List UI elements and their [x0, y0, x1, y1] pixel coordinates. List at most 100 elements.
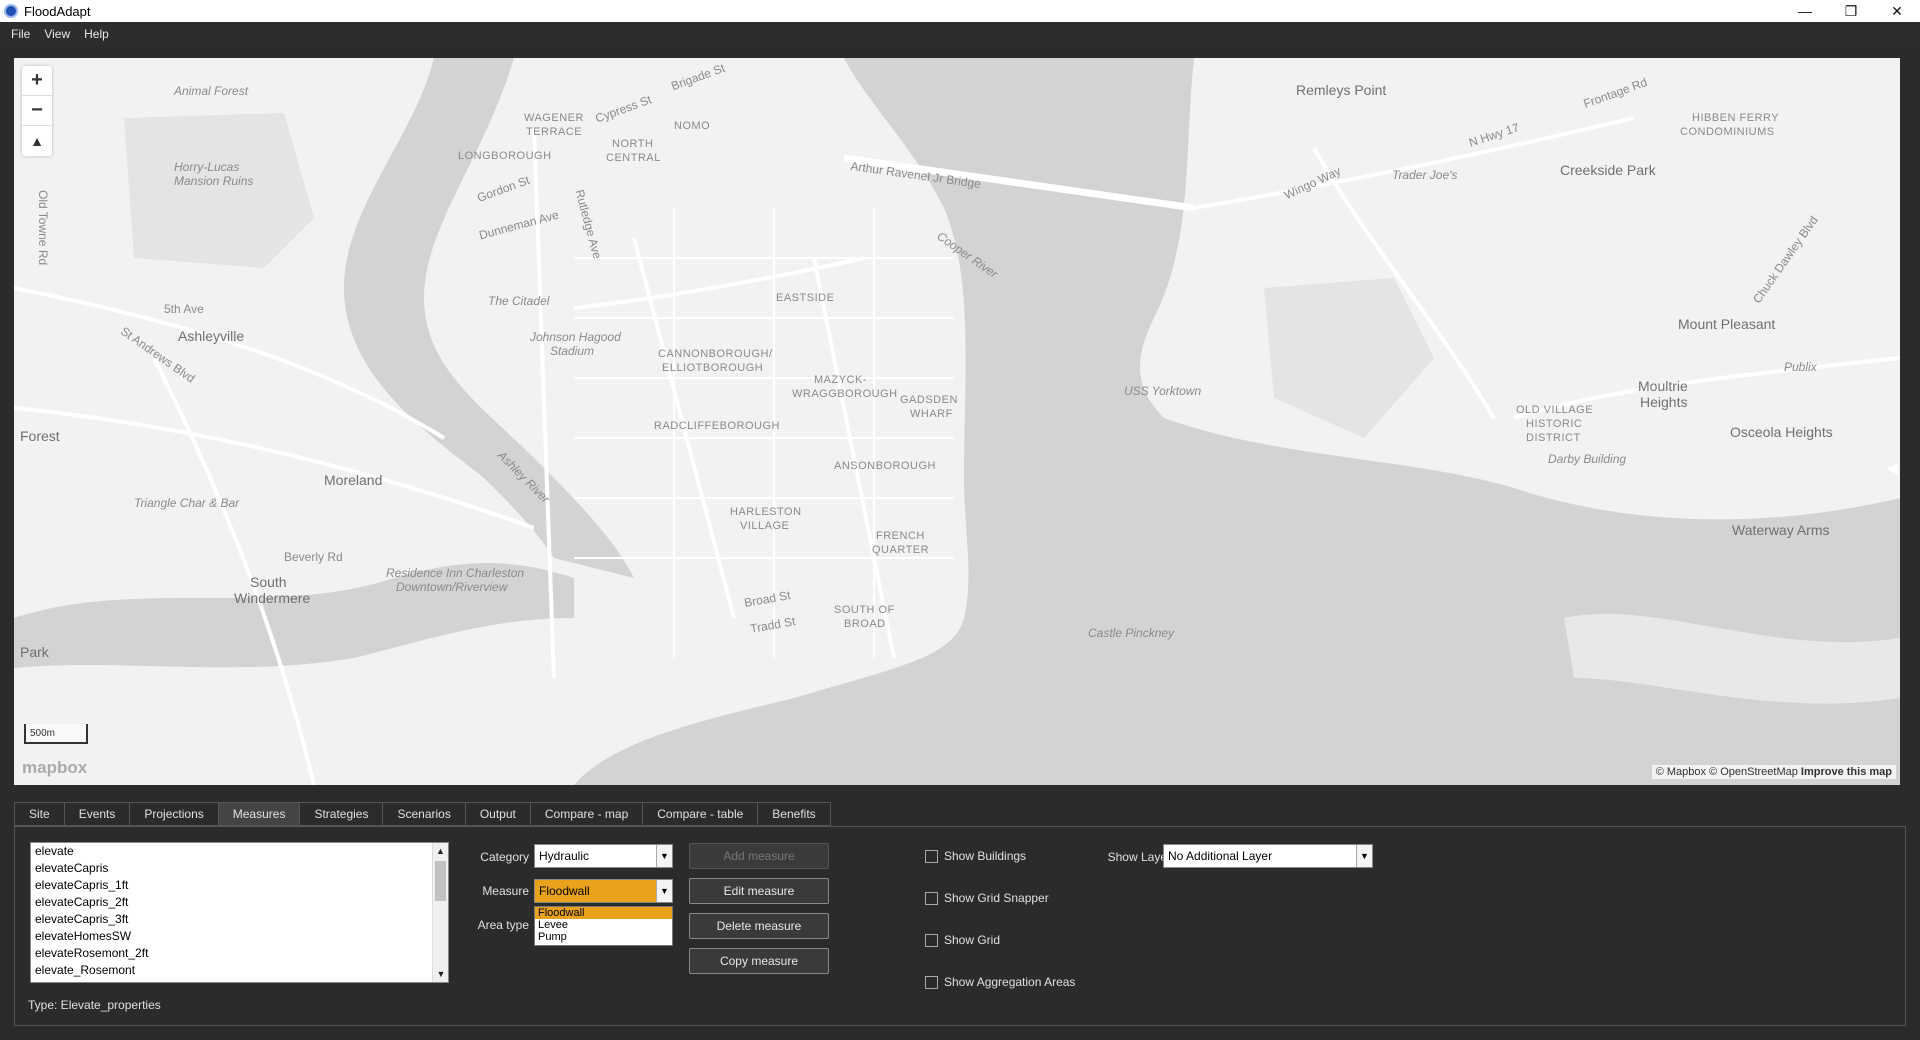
- map-label: Waterway Arms: [1732, 522, 1830, 538]
- measure-select[interactable]: Floodwall ▼: [534, 879, 673, 903]
- dropdown-option-pump[interactable]: Pump: [535, 931, 672, 943]
- list-scrollbar[interactable]: ▲ ▼: [432, 843, 448, 982]
- map-label: HIBBEN FERRY: [1692, 112, 1780, 124]
- zoom-out-button[interactable]: −: [22, 96, 52, 126]
- map-label: Mansion Ruins: [174, 174, 254, 188]
- list-item[interactable]: elevateHomesSW: [31, 928, 448, 945]
- collapse-arrow-icon[interactable]: ◀: [1886, 458, 1900, 482]
- tab-scenarios[interactable]: Scenarios: [382, 802, 465, 826]
- map-label: Johnson Hagood: [530, 330, 621, 344]
- menu-file[interactable]: File: [4, 27, 37, 41]
- tab-measures[interactable]: Measures: [217, 802, 300, 826]
- dropdown-option-levee[interactable]: Levee: [535, 919, 672, 931]
- show-buildings-checkbox[interactable]: Show Buildings: [925, 849, 1026, 863]
- checkbox-box[interactable]: [925, 891, 938, 905]
- chevron-down-icon: ▼: [656, 880, 672, 902]
- maximize-button[interactable]: ❐: [1828, 0, 1874, 22]
- show-grid-checkbox[interactable]: Show Grid: [925, 933, 1000, 947]
- copy-measure-button[interactable]: Copy measure: [689, 948, 829, 974]
- add-measure-button[interactable]: Add measure: [689, 843, 829, 869]
- list-item[interactable]: elevate: [31, 843, 448, 860]
- map-label: TERRACE: [526, 126, 583, 138]
- compass-icon[interactable]: ▲: [22, 126, 52, 156]
- checkbox-label: Show Grid Snapper: [944, 891, 1049, 905]
- category-value: Hydraulic: [539, 849, 590, 863]
- attribution-text[interactable]: © Mapbox © OpenStreetMap: [1656, 766, 1798, 778]
- app-icon: [4, 4, 18, 18]
- tab-benefits[interactable]: Benefits: [757, 802, 831, 826]
- map-label: WAGENER: [524, 112, 584, 124]
- show-aggregation-areas-checkbox[interactable]: Show Aggregation Areas: [925, 975, 1075, 989]
- tab-events[interactable]: Events: [63, 802, 130, 826]
- map-label: Ashleyville: [178, 328, 245, 344]
- list-item[interactable]: elevateCapris_1ft: [31, 877, 448, 894]
- dropdown-option-floodwall[interactable]: Floodwall: [535, 907, 672, 919]
- list-item[interactable]: elevateCapris: [31, 860, 448, 877]
- list-item[interactable]: elevateCapris_3ft: [31, 911, 448, 928]
- checkbox-box[interactable]: [925, 849, 938, 863]
- map-label: Forest: [20, 428, 60, 444]
- map-label: Beverly Rd: [284, 550, 343, 564]
- map-label: MAZYCK-: [814, 374, 867, 386]
- list-item[interactable]: elevateRosemont_2ft: [31, 945, 448, 962]
- map-label: Animal Forest: [174, 84, 249, 98]
- show-layer-label: Show Layer: [1107, 850, 1171, 864]
- checkbox-box[interactable]: [925, 933, 938, 947]
- menu-help[interactable]: Help: [77, 27, 116, 41]
- list-item[interactable]: elevate_Rosemont: [31, 962, 448, 979]
- checkbox-label: Show Grid: [944, 933, 1001, 947]
- measure-list[interactable]: elevate elevateCapris elevateCapris_1ft …: [30, 842, 449, 983]
- show-layer-value: No Additional Layer: [1168, 849, 1273, 863]
- improve-map-link[interactable]: Improve this map: [1801, 766, 1892, 778]
- zoom-control: + − ▲: [22, 66, 52, 156]
- tab-site[interactable]: Site: [14, 802, 64, 826]
- map-label: Castle Pinckney: [1088, 626, 1175, 640]
- measure-dropdown[interactable]: Floodwall Levee Pump: [534, 906, 673, 946]
- list-item[interactable]: elevateCapris_2ft: [31, 894, 448, 911]
- map-attribution: © Mapbox © OpenStreetMap Improve this ma…: [1651, 765, 1896, 779]
- tab-compare-map[interactable]: Compare - map: [529, 802, 643, 826]
- map-label: GADSDEN: [900, 394, 958, 406]
- map-label: LONGBOROUGH: [458, 150, 552, 162]
- map-label: Horry-Lucas: [174, 160, 240, 174]
- scroll-up-icon[interactable]: ▲: [433, 843, 448, 859]
- show-layer-select[interactable]: No Additional Layer ▼: [1163, 844, 1373, 868]
- tab-compare-table[interactable]: Compare - table: [642, 802, 758, 826]
- edit-measure-button[interactable]: Edit measure: [689, 878, 829, 904]
- map-label: NORTH: [612, 138, 654, 150]
- chevron-down-icon: ▼: [1356, 845, 1372, 867]
- measure-value: Floodwall: [539, 884, 590, 898]
- tab-projections[interactable]: Projections: [129, 802, 218, 826]
- menu-view[interactable]: View: [37, 27, 77, 41]
- map-label: Residence Inn Charleston: [386, 566, 525, 580]
- zoom-in-button[interactable]: +: [22, 66, 52, 96]
- map-label: Downtown/Riverview: [396, 580, 508, 594]
- tab-bar: Site Events Projections Measures Strateg…: [14, 802, 831, 826]
- map-view[interactable]: Animal Forest Horry-Lucas Mansion Ruins …: [14, 58, 1900, 785]
- close-button[interactable]: ✕: [1874, 0, 1920, 22]
- delete-measure-button[interactable]: Delete measure: [689, 913, 829, 939]
- map-label: Mount Pleasant: [1678, 316, 1776, 332]
- category-select[interactable]: Hydraulic ▼: [534, 844, 673, 868]
- tab-strategies[interactable]: Strategies: [299, 802, 383, 826]
- checkbox-box[interactable]: [925, 975, 938, 989]
- scroll-down-icon[interactable]: ▼: [433, 966, 449, 982]
- map-label: Heights: [1640, 394, 1688, 410]
- map-label: Triangle Char & Bar: [134, 496, 240, 510]
- minimize-button[interactable]: —: [1782, 0, 1828, 22]
- map-label: RADCLIFFEBOROUGH: [654, 420, 780, 432]
- chevron-down-icon: ▼: [656, 845, 672, 867]
- tab-output[interactable]: Output: [464, 802, 530, 826]
- map-label: WRAGGBOROUGH: [792, 388, 898, 400]
- map-label: USS Yorktown: [1124, 384, 1202, 398]
- map-label: Trader Joe's: [1392, 168, 1458, 182]
- app-title: FloodAdapt: [24, 3, 91, 19]
- map-label: Remleys Point: [1296, 82, 1387, 98]
- map-label: Osceola Heights: [1730, 424, 1833, 440]
- map-label: Darby Building: [1548, 452, 1627, 466]
- menu-bar: File View Help: [0, 22, 1920, 46]
- map-label: SOUTH OF: [834, 604, 895, 616]
- map-label: ANSONBOROUGH: [834, 460, 936, 472]
- show-grid-snapper-checkbox[interactable]: Show Grid Snapper: [925, 891, 1049, 905]
- scroll-thumb[interactable]: [435, 861, 446, 901]
